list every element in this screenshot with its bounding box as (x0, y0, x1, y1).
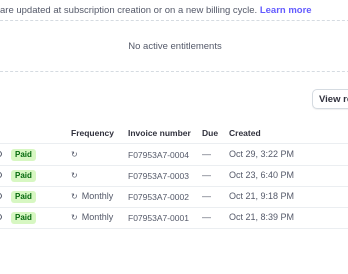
table-row[interactable]: Paid ↻ F07953A7-0003 — Oct 23, 6:40 PM (0, 165, 348, 187)
status-badge: Paid (11, 149, 36, 161)
column-header-due: Due (202, 128, 219, 138)
frequency-cell: ↻ (71, 170, 82, 180)
refresh-icon: ↻ (71, 171, 78, 180)
invoice-number-cell: F07953A7-0004 (128, 150, 189, 160)
due-cell: — (202, 212, 211, 222)
table-row[interactable]: Paid ↻ Monthly F07953A7-0002 — Oct 21, 9:… (0, 186, 348, 208)
due-cell: — (202, 170, 211, 180)
learn-more-link[interactable]: Learn more (260, 5, 312, 16)
column-header-created: Created (229, 128, 261, 138)
frequency-cell: ↻ (71, 149, 82, 159)
column-header-invoice-number: Invoice number (128, 128, 191, 138)
created-cell: Oct 21, 9:18 PM (229, 191, 295, 201)
refresh-icon: ↻ (71, 150, 78, 159)
column-header-frequency: Frequency (71, 128, 114, 138)
status-circle-icon (0, 193, 2, 199)
table-row[interactable]: Paid ↻ F07953A7-0004 — Oct 29, 3:22 PM (0, 144, 348, 166)
invoice-table-header: Frequency Invoice number Due Created (0, 121, 348, 144)
created-cell: Oct 23, 6:40 PM (229, 170, 295, 180)
created-cell: Oct 21, 8:39 PM (229, 212, 295, 222)
status-badge: Paid (11, 212, 36, 224)
status-circle-icon (0, 172, 2, 178)
entitlements-empty-state: No active entitlements (0, 20, 348, 72)
invoice-number-cell: F07953A7-0001 (128, 213, 189, 223)
view-button[interactable]: View re (312, 89, 348, 109)
refresh-icon: ↻ (71, 213, 78, 222)
entitlements-notice: are updated at subscription creation or … (0, 5, 312, 16)
frequency-cell: ↻ Monthly (71, 212, 114, 222)
empty-entitlements-text: No active entitlements (128, 40, 222, 52)
refresh-icon: ↻ (71, 192, 78, 201)
created-cell: Oct 29, 3:22 PM (229, 149, 295, 159)
next-section-heading-clipped (0, 262, 80, 274)
status-badge: Paid (11, 191, 36, 203)
invoice-number-cell: F07953A7-0002 (128, 192, 189, 202)
frequency-cell: ↻ Monthly (71, 191, 114, 201)
status-circle-icon (0, 214, 2, 220)
due-cell: — (202, 149, 211, 159)
notice-text: are updated at subscription creation or … (0, 5, 260, 16)
status-badge: Paid (11, 170, 36, 182)
invoice-number-cell: F07953A7-0003 (128, 171, 189, 181)
table-row[interactable]: Paid ↻ Monthly F07953A7-0001 — Oct 21, 8:… (0, 207, 348, 229)
view-button-label: View re (319, 93, 348, 105)
due-cell: — (202, 191, 211, 201)
status-circle-icon (0, 151, 2, 157)
